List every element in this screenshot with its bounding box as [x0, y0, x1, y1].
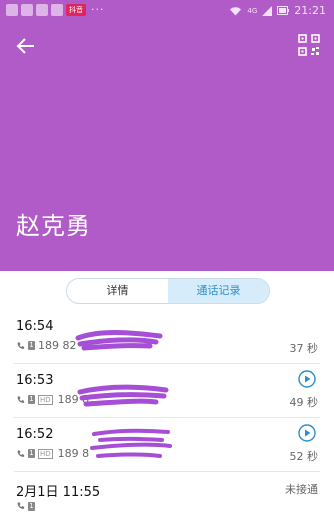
notification-icon — [21, 4, 33, 16]
phone-number: 189 82 — [38, 339, 77, 352]
play-recording-icon[interactable] — [298, 424, 316, 442]
call-meta: 1 — [16, 501, 38, 511]
contact-header: 抖音 ··· 4G 21:21 赵克勇 — [0, 0, 334, 271]
tiktok-icon — [51, 4, 63, 16]
phone-icon — [17, 341, 25, 349]
call-time: 2月1日 11:55 — [16, 485, 101, 500]
phone-number: 189 8 — [57, 447, 90, 460]
redaction-scribble — [77, 384, 169, 407]
contact-name: 赵克勇 — [16, 212, 91, 240]
call-duration: 52 秒 — [289, 450, 319, 463]
call-record-row[interactable]: 16:52 1 HD 189 8 52 秒 — [14, 418, 320, 472]
phone-icon — [17, 449, 25, 457]
status-indicators: 4G 21:21 — [229, 4, 326, 17]
notification-icon — [36, 4, 48, 16]
call-time: 16:53 — [16, 373, 54, 388]
phone-number: 189 8 — [57, 393, 90, 406]
redaction-scribble — [90, 428, 172, 458]
wifi-icon — [230, 6, 242, 15]
tab-call-history[interactable]: 通话记录 — [168, 279, 269, 303]
clock: 21:21 — [294, 4, 326, 17]
call-time: 16:52 — [16, 427, 54, 442]
signal-icon — [262, 5, 273, 16]
sim-card-icon: 1 — [28, 341, 35, 350]
hd-call-icon: HD — [38, 394, 53, 405]
call-record-row[interactable]: 16:53 1 HD 189 8 49 秒 — [14, 364, 320, 418]
redaction-scribble — [75, 330, 163, 351]
status-notifications: 抖音 ··· — [6, 4, 105, 16]
back-arrow-icon[interactable] — [14, 34, 38, 58]
call-meta: 1 HD 189 8 — [16, 393, 89, 406]
app-badge: 抖音 — [66, 4, 86, 16]
call-meta: 1 189 82 — [16, 339, 77, 352]
hd-call-icon: HD — [38, 448, 53, 459]
call-duration: 37 秒 — [289, 342, 319, 355]
status-bar: 抖音 ··· 4G 21:21 — [0, 0, 334, 22]
call-time: 16:54 — [16, 319, 54, 334]
network-type: 4G — [247, 6, 258, 15]
tab-switcher: 详情 通话记录 — [66, 278, 270, 304]
phone-icon — [17, 395, 25, 403]
more-notifications: ··· — [91, 3, 105, 16]
tab-details[interactable]: 详情 — [67, 279, 168, 303]
call-records-list: 16:54 1 189 82 37 秒 16:53 1 HD 189 8 49 … — [0, 310, 334, 525]
notification-icon — [6, 4, 18, 16]
battery-icon — [277, 6, 290, 15]
sim-card-icon: 1 — [28, 501, 35, 511]
sim-card-icon: 1 — [28, 449, 35, 458]
call-record-row[interactable]: 16:54 1 189 82 37 秒 — [14, 310, 320, 364]
call-meta: 1 HD 189 8 — [16, 447, 89, 460]
qr-code-icon[interactable] — [298, 34, 320, 56]
call-status: 未接通 — [285, 483, 318, 496]
call-record-row[interactable]: 2月1日 11:55 1 未接通 — [14, 472, 320, 525]
sim-card-icon: 1 — [28, 395, 35, 404]
play-recording-icon[interactable] — [298, 370, 316, 388]
call-duration: 49 秒 — [289, 396, 319, 409]
phone-icon — [17, 502, 25, 509]
